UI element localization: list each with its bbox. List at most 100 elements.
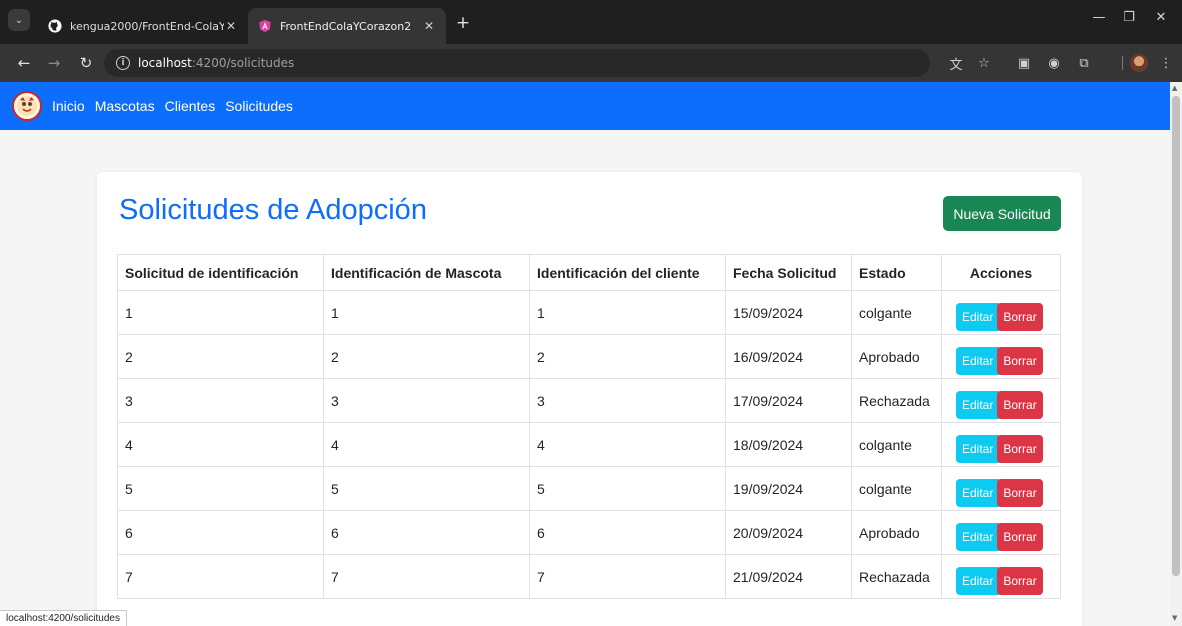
cell-request-date: 19/09/2024 xyxy=(725,466,852,511)
cell-pet-id: 4 xyxy=(323,422,530,467)
edit-button[interactable]: Editar xyxy=(956,522,1000,551)
close-tab-icon[interactable]: ✕ xyxy=(422,19,436,33)
status-bar-url: localhost:4200/solicitudes xyxy=(0,610,127,626)
cell-status: colgante xyxy=(851,422,942,467)
close-tab-icon[interactable]: ✕ xyxy=(224,19,238,33)
table-row: 2 2 2 16/09/2024 Aprobado Editar Borrar xyxy=(117,334,1061,379)
edit-button[interactable]: Editar xyxy=(956,434,1000,463)
cell-pet-id: 2 xyxy=(323,334,530,379)
table-row: 7 7 7 21/09/2024 Rechazada Editar Borrar xyxy=(117,554,1061,599)
cell-status: Aprobado xyxy=(851,334,942,379)
cell-actions: Editar Borrar xyxy=(941,554,1061,599)
minimize-icon[interactable]: — xyxy=(1084,10,1114,25)
forward-arrow-icon[interactable]: → xyxy=(44,53,64,73)
browser-tab-strip: ⌄ kengua2000/FrontEnd-ColaYCo ✕ FrontEnd… xyxy=(0,0,1182,44)
extension-icon[interactable]: ▣ xyxy=(1014,53,1034,73)
edit-button[interactable]: Editar xyxy=(956,346,1000,375)
table-row: 3 3 3 17/09/2024 Rechazada Editar Borrar xyxy=(117,378,1061,423)
cell-actions: Editar Borrar xyxy=(941,510,1061,555)
cell-actions: Editar Borrar xyxy=(941,466,1061,511)
nav-link-mascotas[interactable]: Mascotas xyxy=(95,98,155,114)
extensions-puzzle-icon[interactable]: ⧉ xyxy=(1074,53,1094,73)
tab-title: FrontEndColaYCorazon2 xyxy=(280,19,412,33)
header-client-id: Identificación del cliente xyxy=(529,254,726,291)
header-request-id: Solicitud de identificación xyxy=(117,254,324,291)
nav-link-inicio[interactable]: Inicio xyxy=(52,98,85,114)
header-status: Estado xyxy=(851,254,942,291)
cell-request-date: 20/09/2024 xyxy=(725,510,852,555)
app-navbar: Inicio Mascotas Clientes Solicitudes xyxy=(0,82,1170,130)
page-viewport: Inicio Mascotas Clientes Solicitudes Sol… xyxy=(0,82,1170,626)
cell-actions: Editar Borrar xyxy=(941,334,1061,379)
url-host: localhost xyxy=(138,56,192,70)
header-actions: Acciones xyxy=(941,254,1061,291)
scrollbar-thumb[interactable] xyxy=(1172,96,1180,576)
cell-client-id: 5 xyxy=(529,466,726,511)
cell-request-id: 6 xyxy=(117,510,324,555)
cell-request-id: 7 xyxy=(117,554,324,599)
cell-client-id: 7 xyxy=(529,554,726,599)
tab-search-chevron-icon[interactable]: ⌄ xyxy=(8,9,30,31)
toolbar-divider xyxy=(1122,56,1123,70)
browser-tab-active[interactable]: FrontEndColaYCorazon2 ✕ xyxy=(248,8,446,44)
cell-request-date: 17/09/2024 xyxy=(725,378,852,423)
table-row: 4 4 4 18/09/2024 colgante Editar Borrar xyxy=(117,422,1061,467)
brand-logo[interactable] xyxy=(12,91,42,121)
delete-button[interactable]: Borrar xyxy=(997,522,1043,551)
table-header-row: Solicitud de identificación Identificaci… xyxy=(117,254,1061,291)
cell-request-date: 16/09/2024 xyxy=(725,334,852,379)
edit-button[interactable]: Editar xyxy=(956,390,1000,419)
tab-title: kengua2000/FrontEnd-ColaYCo xyxy=(70,19,224,33)
cell-request-id: 5 xyxy=(117,466,324,511)
new-request-button[interactable]: Nueva Solicitud xyxy=(943,196,1061,231)
edit-button[interactable]: Editar xyxy=(956,566,1000,595)
cell-request-id: 2 xyxy=(117,334,324,379)
edit-button[interactable]: Editar xyxy=(956,302,1000,331)
header-request-date: Fecha Solicitud xyxy=(725,254,852,291)
bookmark-star-icon[interactable]: ☆ xyxy=(974,53,994,73)
delete-button[interactable]: Borrar xyxy=(997,434,1043,463)
close-window-icon[interactable]: ✕ xyxy=(1146,10,1176,25)
table-row: 5 5 5 19/09/2024 colgante Editar Borrar xyxy=(117,466,1061,511)
cell-pet-id: 6 xyxy=(323,510,530,555)
new-tab-plus-icon[interactable]: + xyxy=(452,12,474,34)
github-icon xyxy=(48,19,62,33)
delete-button[interactable]: Borrar xyxy=(997,346,1043,375)
cell-status: colgante xyxy=(851,466,942,511)
cell-client-id: 2 xyxy=(529,334,726,379)
translate-icon[interactable]: 文 xyxy=(946,53,966,73)
cell-status: Rechazada xyxy=(851,554,942,599)
nav-link-solicitudes[interactable]: Solicitudes xyxy=(225,98,293,114)
cell-request-date: 21/09/2024 xyxy=(725,554,852,599)
requests-table: Solicitud de identificación Identificaci… xyxy=(117,254,1061,599)
restore-icon[interactable]: ❐ xyxy=(1114,10,1144,25)
reload-icon[interactable]: ↻ xyxy=(76,53,96,73)
angular-icon xyxy=(258,19,272,33)
delete-button[interactable]: Borrar xyxy=(997,566,1043,595)
cell-actions: Editar Borrar xyxy=(941,290,1061,335)
nav-link-clientes[interactable]: Clientes xyxy=(165,98,216,114)
scroll-up-arrow-icon[interactable]: ▲ xyxy=(1172,84,1177,92)
download-extension-icon[interactable]: ◉ xyxy=(1044,53,1064,73)
cell-request-id: 3 xyxy=(117,378,324,423)
browser-toolbar: ← → ↻ i localhost:4200/solicitudes 文 ☆ ▣… xyxy=(0,44,1182,82)
cell-pet-id: 5 xyxy=(323,466,530,511)
cell-client-id: 1 xyxy=(529,290,726,335)
table-row: 1 1 1 15/09/2024 colgante Editar Borrar xyxy=(117,290,1061,335)
cell-actions: Editar Borrar xyxy=(941,378,1061,423)
delete-button[interactable]: Borrar xyxy=(997,478,1043,507)
cell-client-id: 3 xyxy=(529,378,726,423)
address-bar[interactable]: i localhost:4200/solicitudes xyxy=(104,49,930,77)
delete-button[interactable]: Borrar xyxy=(997,390,1043,419)
cell-request-date: 18/09/2024 xyxy=(725,422,852,467)
cell-client-id: 4 xyxy=(529,422,726,467)
browser-menu-icon[interactable]: ⋮ xyxy=(1156,53,1176,73)
site-info-icon[interactable]: i xyxy=(116,56,130,70)
edit-button[interactable]: Editar xyxy=(956,478,1000,507)
url-path: :4200/solicitudes xyxy=(191,56,295,70)
back-arrow-icon[interactable]: ← xyxy=(14,53,34,73)
browser-tab-github[interactable]: kengua2000/FrontEnd-ColaYCo ✕ xyxy=(38,8,248,44)
profile-avatar[interactable] xyxy=(1130,54,1148,72)
delete-button[interactable]: Borrar xyxy=(997,302,1043,331)
scroll-down-arrow-icon[interactable]: ▼ xyxy=(1172,614,1177,622)
